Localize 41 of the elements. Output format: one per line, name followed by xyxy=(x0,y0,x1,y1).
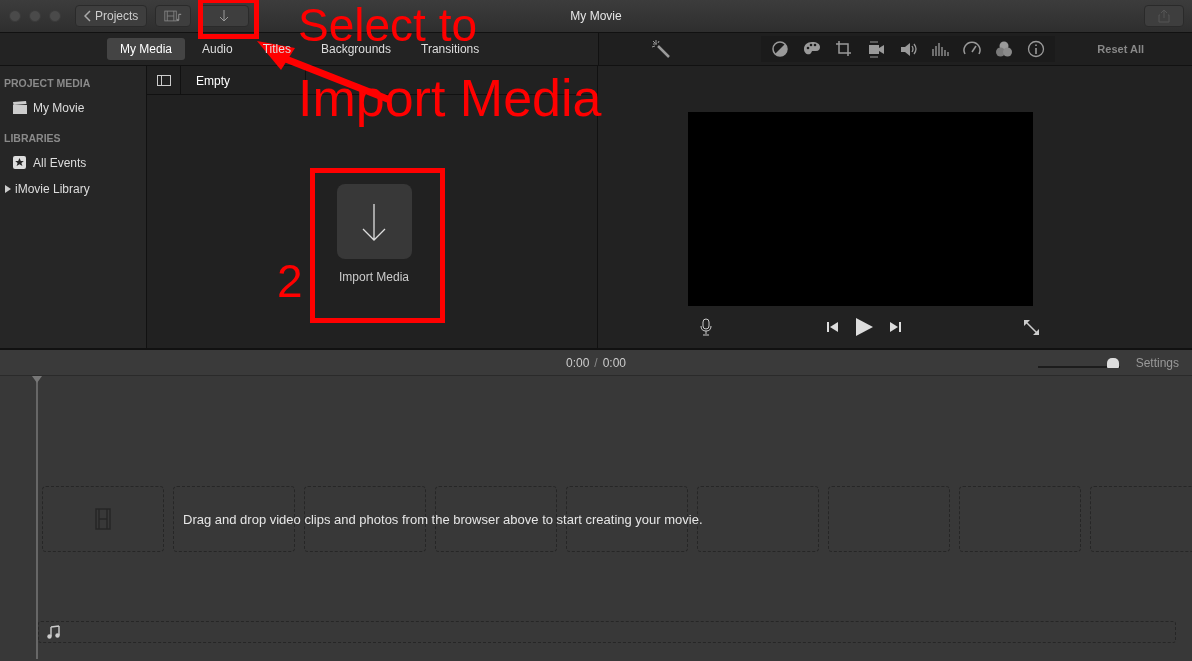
play-icon[interactable] xyxy=(855,318,873,336)
current-time: 0:00 xyxy=(565,354,590,372)
import-media-label: Import Media xyxy=(339,269,409,286)
video-camera-icon[interactable] xyxy=(867,40,885,58)
sidebar-item-label[interactable]: All Events xyxy=(33,153,87,172)
duration: 0:00 xyxy=(602,354,627,372)
media-toggle-button[interactable] xyxy=(155,5,192,27)
clapperboard-icon xyxy=(12,100,27,116)
crop-icon[interactable] xyxy=(835,40,853,58)
fullscreen-icon[interactable] xyxy=(1023,318,1040,336)
sidebar-heading: LIBRARIES xyxy=(3,130,62,146)
time-separator: / xyxy=(594,354,598,372)
music-note-icon xyxy=(47,625,60,639)
microphone-icon[interactable] xyxy=(700,318,712,336)
timeline-hint: Drag and drop video clips and photos from the browser above to start creating your movie. xyxy=(183,511,703,529)
skip-forward-icon[interactable] xyxy=(889,321,901,333)
chevron-left-icon xyxy=(84,10,91,22)
media-tab[interactable]: My Media xyxy=(107,38,185,60)
speaker-icon[interactable] xyxy=(899,40,917,58)
info-icon[interactable] xyxy=(1027,40,1045,58)
disclosure-triangle-icon[interactable] xyxy=(4,184,12,193)
sidebar-item-label[interactable]: My Movie xyxy=(33,98,85,117)
sidebar-heading: PROJECT MEDIA xyxy=(3,76,92,91)
settings-button[interactable]: Settings xyxy=(1135,353,1179,372)
sidebar-toggle-icon[interactable] xyxy=(156,74,171,86)
sidebar-item-label[interactable]: iMovie Library xyxy=(15,179,90,198)
zoom-slider-thumb[interactable] xyxy=(1107,357,1120,368)
color-balance-icon[interactable] xyxy=(771,40,789,58)
magic-wand-icon[interactable] xyxy=(651,39,671,59)
film-music-icon xyxy=(164,9,183,23)
back-button[interactable]: Projects xyxy=(75,5,148,27)
import-media-button[interactable] xyxy=(336,184,412,259)
media-tab[interactable]: Audio xyxy=(189,38,246,60)
highlight-frame xyxy=(198,0,259,39)
reset-all-button[interactable]: Reset All xyxy=(1097,40,1144,58)
equalizer-icon[interactable] xyxy=(931,40,949,58)
skip-back-icon[interactable] xyxy=(827,321,839,333)
window-title: My Movie xyxy=(570,8,622,25)
step-number: 2 xyxy=(277,258,303,304)
download-arrow-icon xyxy=(219,9,230,23)
color-filter-icon[interactable] xyxy=(995,40,1013,58)
